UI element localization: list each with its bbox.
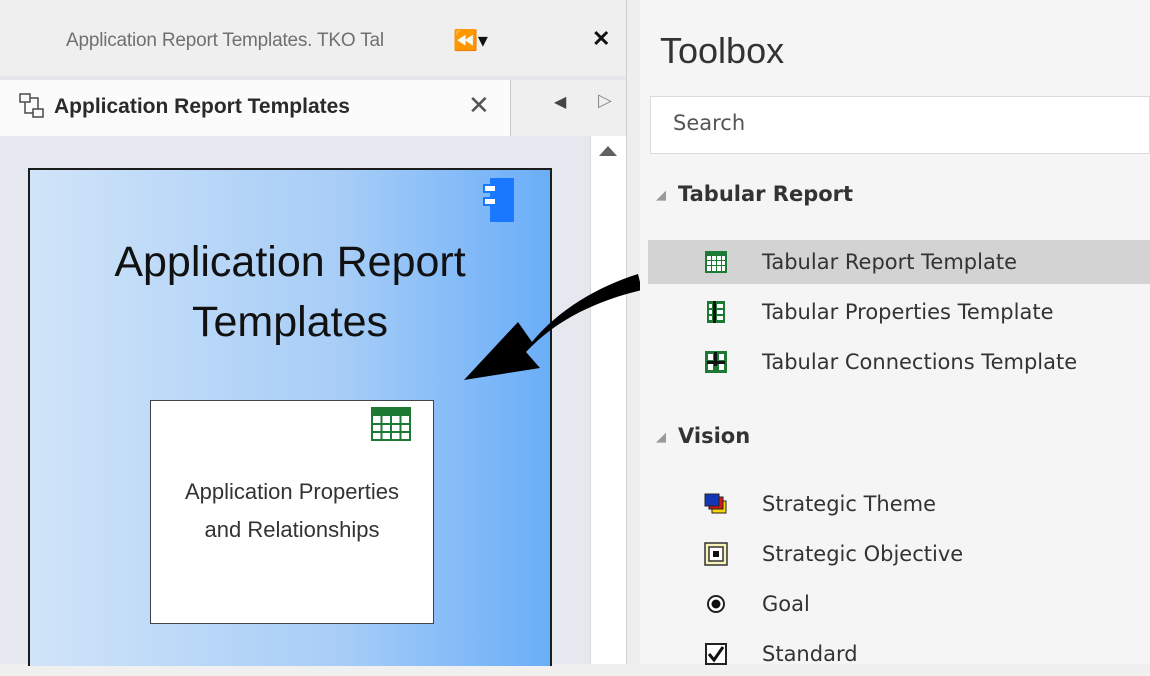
tab-application-report-templates[interactable]: Application Report Templates ✕ [0, 80, 511, 136]
goal-icon [707, 595, 725, 613]
properties-grid-icon [707, 301, 725, 323]
toolbox-item-tabular-report-template[interactable]: Tabular Report Template [648, 240, 1150, 284]
toolbox-item-strategic-objective[interactable]: Strategic Objective [648, 532, 1150, 576]
toolbox-item-goal[interactable]: Goal [648, 582, 1150, 626]
window-title-bar: Application Report Templates. TKO Tal ⏪▾… [0, 0, 632, 76]
toolbox-item-label: Strategic Theme [762, 492, 937, 516]
tab-scroll-right-icon[interactable]: ▷ [598, 90, 612, 111]
strategic-objective-icon [704, 542, 728, 566]
toolbox-item-label: Strategic Objective [762, 542, 964, 566]
tab-label: Application Report Templates [54, 95, 350, 118]
group-label: Vision [678, 424, 751, 448]
toolbox-item-label: Standard [762, 642, 858, 666]
table-grid-icon [705, 251, 727, 273]
drag-arrow-icon [464, 274, 642, 380]
close-tab-icon[interactable]: ✕ [468, 90, 490, 121]
table-grid-icon [371, 407, 411, 441]
vertical-scrollbar[interactable] [590, 136, 627, 664]
report-element-label: Application Properties and Relationships [151, 473, 433, 549]
group-label: Tabular Report [678, 182, 854, 206]
toolbox-item-tabular-properties-template[interactable]: Tabular Properties Template [648, 290, 1150, 334]
window-title: Application Report Templates. TKO Tal [66, 30, 384, 51]
diagram-icon [19, 93, 44, 118]
toolbox-item-strategic-theme[interactable]: Strategic Theme [648, 482, 1150, 526]
tab-scroll-left-icon[interactable]: ◀ [554, 92, 566, 112]
diagram-pane: Application Report Templates. TKO Tal ⏪▾… [0, 0, 642, 666]
toolbox-item-tabular-connections-template[interactable]: Tabular Connections Template [648, 340, 1150, 384]
report-template-element[interactable]: Application Properties and Relationships [150, 400, 434, 624]
checkbox-icon [705, 643, 727, 665]
toolbox-search-input[interactable]: Search [650, 96, 1150, 154]
report-label-line: Application Properties [184, 479, 399, 504]
toolbox-item-standard[interactable]: Standard [648, 632, 1150, 676]
strategic-theme-icon [704, 493, 727, 514]
connections-grid-icon [705, 351, 727, 373]
package-element[interactable]: Application Report Templates Application… [28, 168, 552, 666]
close-window-icon[interactable]: ✕ [592, 26, 610, 52]
report-label-line: and Relationships [204, 517, 380, 542]
toolbox-panel: Toolbox Search ◢ Tabular Report Tabular R… [640, 0, 1150, 666]
scroll-up-icon[interactable] [599, 146, 617, 156]
group-vision[interactable]: ◢ Vision [656, 424, 750, 448]
collapse-caret-icon: ◢ [656, 430, 666, 445]
toolbox-item-label: Tabular Report Template [762, 250, 1017, 274]
toolbox-title: Toolbox [660, 30, 785, 71]
toolbox-item-label: Tabular Connections Template [762, 350, 1078, 374]
toolbox-item-label: Goal [762, 592, 810, 616]
window-menu-icon[interactable]: ⏪▾ [453, 28, 488, 53]
component-icon [483, 178, 514, 222]
document-tab-bar: Application Report Templates ✕ ◀ ▷ [0, 80, 632, 136]
collapse-caret-icon: ◢ [656, 188, 666, 203]
group-tabular-report[interactable]: ◢ Tabular Report [656, 182, 853, 206]
toolbox-item-label: Tabular Properties Template [762, 300, 1054, 324]
